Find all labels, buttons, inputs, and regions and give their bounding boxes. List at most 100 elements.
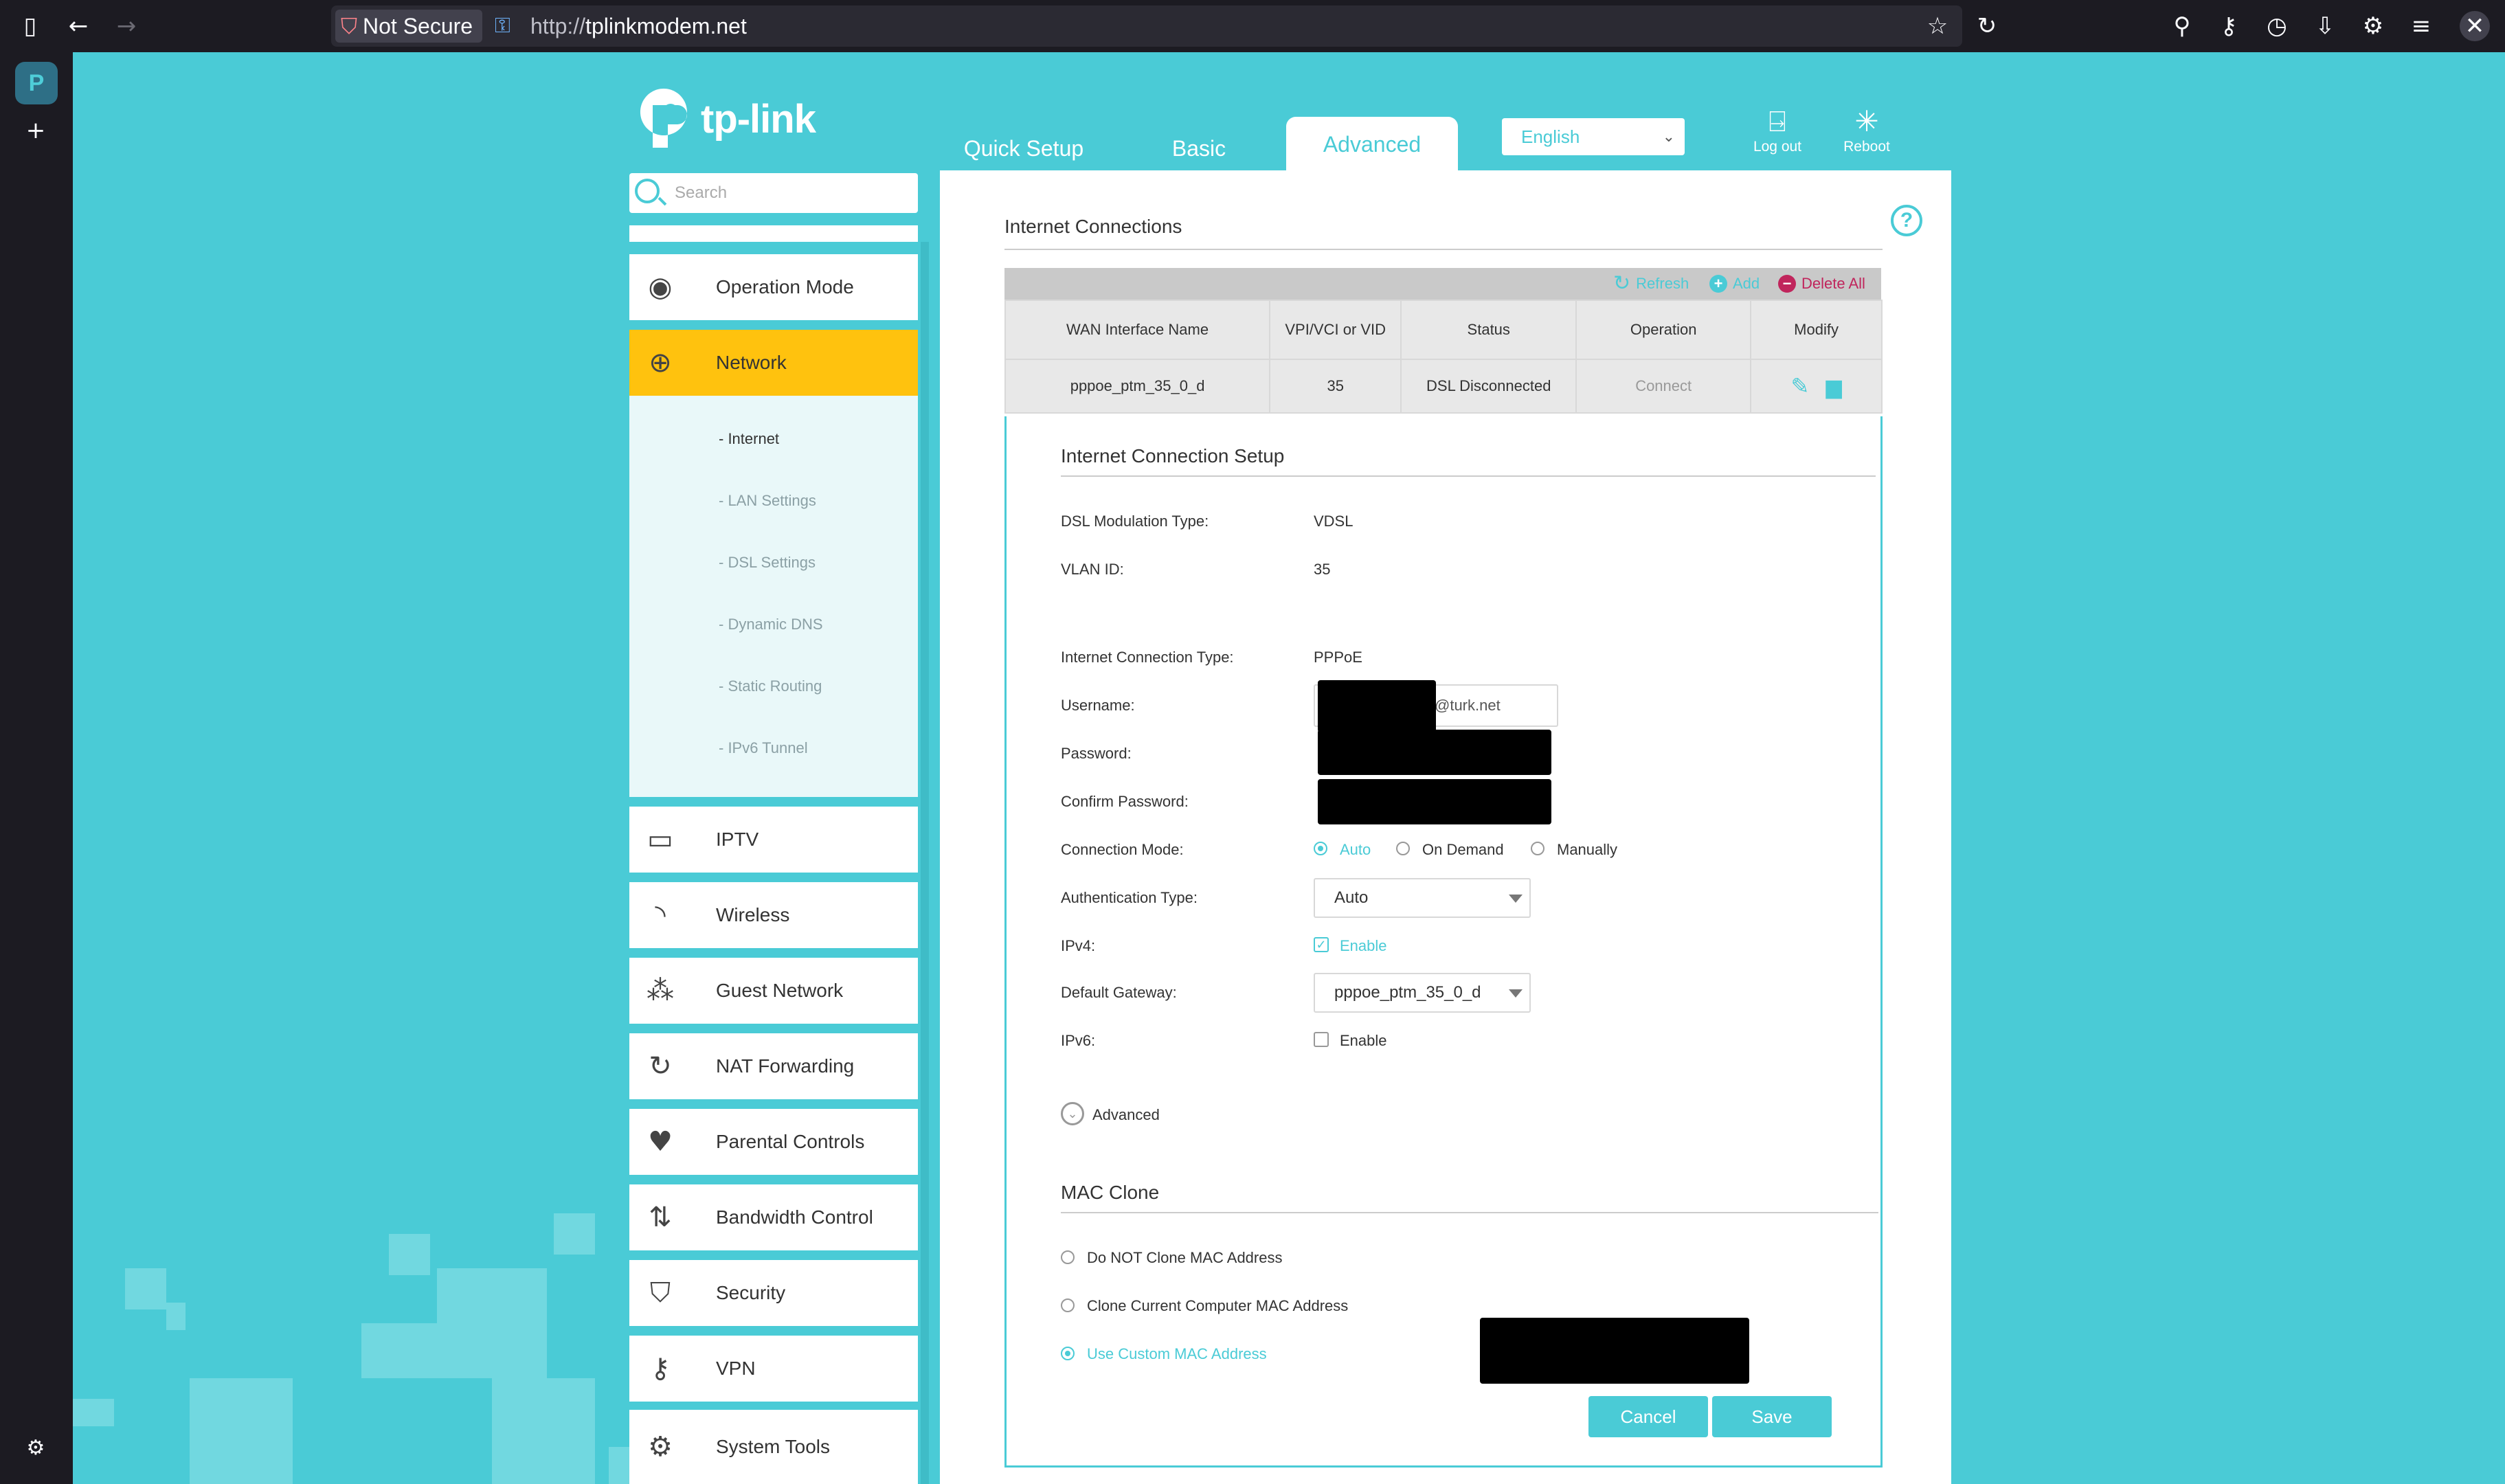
key-icon[interactable]: ⚿ [495, 11, 510, 41]
mac-clone-current-label[interactable]: Clone Current Computer MAC Address [1087, 1297, 1348, 1315]
col-modify: Modify [1750, 300, 1883, 360]
sidebar-toggle-icon[interactable]: ▯ [15, 11, 45, 41]
chevron-down-icon[interactable]: ⌄ [1061, 1102, 1084, 1125]
passwords-icon[interactable]: ⚷ [2214, 11, 2244, 41]
tp-link-logo[interactable]: tp-link [629, 81, 816, 157]
conn-mode-auto-radio[interactable] [1314, 842, 1327, 855]
ipv4-checkbox[interactable]: ✓ [1314, 937, 1329, 952]
custom-mac-input[interactable] [1480, 1318, 1749, 1384]
mac-clone-current-radio[interactable] [1061, 1298, 1075, 1312]
sidebar-settings-icon[interactable]: ⚙ [21, 1433, 51, 1463]
advanced-toggle[interactable]: Advanced [1092, 1106, 1160, 1124]
menu-item-system-tools[interactable]: ⚙ System Tools [629, 1410, 918, 1484]
not-secure-badge[interactable]: ⛉ Not Secure [335, 10, 483, 43]
menu-label: NAT Forwarding [716, 1055, 855, 1077]
bookmark-star-icon[interactable]: ☆ [1922, 11, 1953, 41]
cell-vid: 35 [1269, 359, 1402, 414]
mac-no-clone-radio[interactable] [1061, 1250, 1075, 1264]
menu-item-parental-controls[interactable]: ♥ Parental Controls [629, 1109, 918, 1175]
logout-icon: ⍈ [1768, 104, 1786, 138]
default-gateway-value: pppoe_ptm_35_0_d [1334, 983, 1481, 1002]
reboot-button[interactable]: ✳ Reboot [1829, 104, 1905, 155]
tab-basic[interactable]: Basic [1127, 121, 1271, 176]
cancel-button[interactable]: Cancel [1588, 1396, 1708, 1437]
submenu-internet[interactable]: - Internet [719, 430, 779, 448]
downloads-icon[interactable]: ⇩ [2310, 11, 2340, 41]
tp-link-logo-icon [640, 89, 687, 148]
back-icon[interactable]: ← [63, 11, 93, 41]
conn-mode-manually-label[interactable]: Manually [1557, 841, 1617, 859]
extensions-icon[interactable]: ⚲ [2167, 11, 2197, 41]
dsl-modulation-value: VDSL [1314, 513, 1353, 530]
add-button[interactable]: + Add [1709, 268, 1760, 300]
menu-item-nat-forwarding[interactable]: ↻ NAT Forwarding [629, 1033, 918, 1099]
conn-mode-on-demand-radio[interactable] [1396, 842, 1410, 855]
ipv6-checkbox[interactable] [1314, 1032, 1329, 1047]
connect-button[interactable]: Connect [1575, 359, 1752, 414]
menu-item-operation-mode[interactable]: ◉ Operation Mode [629, 254, 918, 320]
url-bar[interactable]: ⛉ Not Secure ⚿ http://tplinkmodem.net ☆ [331, 5, 1962, 47]
username-label: Username: [1061, 697, 1135, 714]
search-input[interactable]: Search [629, 173, 918, 213]
conn-mode-on-demand-label[interactable]: On Demand [1422, 841, 1504, 859]
menu-item-security[interactable]: ⛉ Security [629, 1260, 918, 1326]
dropdown-arrow-icon [1509, 895, 1523, 903]
mac-custom-radio[interactable] [1061, 1347, 1075, 1360]
password-input[interactable] [1318, 730, 1551, 775]
submenu-ipv6-tunnel[interactable]: - IPv6 Tunnel [719, 739, 808, 757]
menu-label: VPN [716, 1358, 756, 1379]
menu-scrollbar[interactable] [921, 242, 929, 1484]
browser-sidebar: P + ⚙ [0, 52, 73, 1484]
ipv4-enable-label[interactable]: Enable [1340, 937, 1387, 955]
edit-icon[interactable]: ✎ [1791, 373, 1810, 399]
delete-all-label: Delete All [1801, 275, 1865, 292]
reboot-label: Reboot [1843, 139, 1890, 155]
mac-custom-label[interactable]: Use Custom MAC Address [1087, 1345, 1267, 1363]
ipv6-enable-label[interactable]: Enable [1340, 1032, 1387, 1050]
add-icon: + [1709, 275, 1727, 293]
dropdown-arrow-icon [1509, 989, 1523, 998]
reload-icon[interactable]: ↻ [1972, 11, 2002, 41]
forward-icon[interactable]: → [111, 11, 142, 41]
redacted-username [1318, 680, 1436, 732]
menu-label: Network [716, 352, 787, 373]
delete-all-button[interactable]: − Delete All [1778, 268, 1865, 300]
confirm-password-input[interactable] [1318, 779, 1551, 824]
default-gateway-select[interactable]: pppoe_ptm_35_0_d [1314, 973, 1531, 1013]
search-icon [635, 179, 660, 203]
refresh-button[interactable]: ↻ Refresh [1613, 268, 1689, 300]
history-icon[interactable]: ◷ [2262, 11, 2292, 41]
wifi-icon: ◝ [655, 899, 666, 931]
help-icon[interactable]: ? [1891, 205, 1922, 236]
cell-modify: ✎ ▆ [1750, 359, 1883, 414]
close-icon[interactable]: ✕ [2460, 11, 2490, 41]
submenu-lan-settings[interactable]: - LAN Settings [719, 492, 816, 510]
mac-no-clone-label[interactable]: Do NOT Clone MAC Address [1087, 1249, 1282, 1267]
save-button[interactable]: Save [1712, 1396, 1832, 1437]
new-tab-plus-icon[interactable]: + [21, 115, 51, 146]
menu-item-network[interactable]: ⊕ Network [629, 330, 918, 396]
setup-title: Internet Connection Setup [1061, 445, 1285, 466]
menu-item-iptv[interactable]: ▭ IPTV [629, 807, 918, 873]
menu-item-bandwidth-control[interactable]: ⇅ Bandwidth Control [629, 1184, 918, 1250]
table-row[interactable]: pppoe_ptm_35_0_d 35 DSL Disconnected Con… [1004, 359, 1883, 414]
menu-item-guest-network[interactable]: ⁂ Guest Network [629, 958, 918, 1024]
menu-label: Parental Controls [716, 1131, 865, 1152]
conn-mode-manually-radio[interactable] [1531, 842, 1544, 855]
menu-item-wireless[interactable]: ◝ Wireless [629, 882, 918, 948]
language-select[interactable]: English ⌄ [1502, 118, 1685, 155]
url-text[interactable]: http://tplinkmodem.net [530, 5, 747, 47]
submenu-dsl-settings[interactable]: - DSL Settings [719, 554, 816, 572]
logout-button[interactable]: ⍈ Log out [1740, 104, 1815, 155]
conn-mode-auto-label[interactable]: Auto [1340, 841, 1371, 859]
submenu-static-routing[interactable]: - Static Routing [719, 677, 822, 695]
tp-link-tab-icon[interactable]: P [15, 62, 58, 104]
menu-icon[interactable]: ≡ [2406, 11, 2436, 41]
col-status: Status [1400, 300, 1577, 360]
trash-icon[interactable]: ▆ [1826, 375, 1842, 399]
submenu-dynamic-dns[interactable]: - Dynamic DNS [719, 616, 823, 633]
tab-quick-setup[interactable]: Quick Setup [948, 121, 1099, 176]
settings-icon[interactable]: ⚙ [2358, 11, 2388, 41]
menu-item-vpn[interactable]: ⚷ VPN [629, 1336, 918, 1402]
auth-type-select[interactable]: Auto [1314, 878, 1531, 918]
